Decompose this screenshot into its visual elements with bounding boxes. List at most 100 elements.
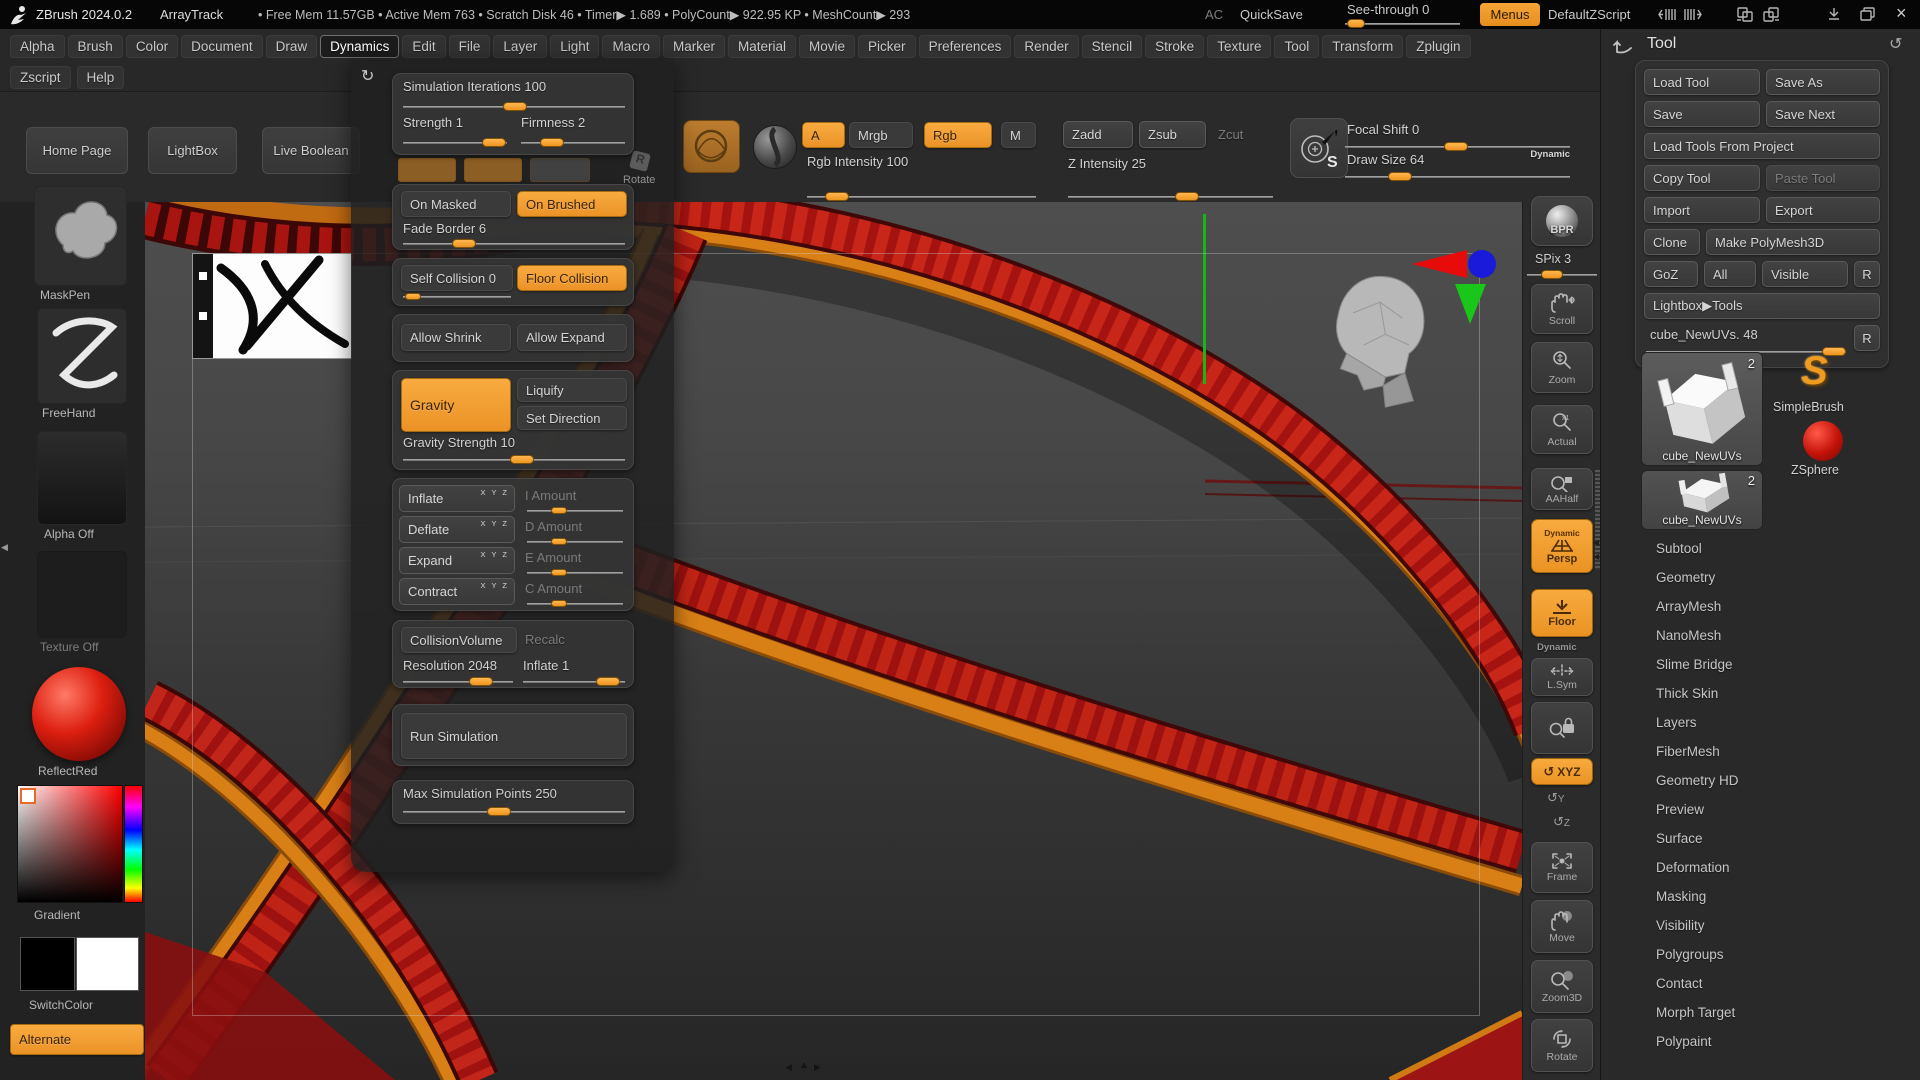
panel-refresh-icon[interactable]: ↻ [361, 66, 374, 86]
menu-item[interactable]: Preferences [919, 35, 1012, 58]
menu-item[interactable]: Stencil [1082, 35, 1143, 58]
tool-section-header[interactable]: Layers [1601, 708, 1920, 737]
gravity-strength-slider[interactable] [403, 459, 625, 461]
current-stroke-button[interactable] [753, 125, 797, 169]
goz-r-button[interactable]: R [1854, 261, 1880, 287]
deform-amount-slider[interactable] [527, 572, 623, 574]
tool-section-header[interactable]: Deformation [1601, 853, 1920, 882]
tool-section-header[interactable]: Preview [1601, 795, 1920, 824]
menu-item[interactable]: Tool [1274, 35, 1319, 58]
color-picker-sv-square[interactable] [17, 785, 123, 903]
rgb-intensity-slider[interactable] [807, 196, 1036, 198]
canvas-scroll-up-icon[interactable]: ▲ [799, 1060, 809, 1071]
move-canvas-button[interactable]: Move [1531, 900, 1593, 953]
rgb-button[interactable]: Rgb [924, 122, 992, 148]
save-next-button[interactable]: Save Next [1766, 101, 1880, 127]
load-tool-button[interactable]: Load Tool [1644, 69, 1760, 95]
menu-item[interactable]: Brush [68, 35, 123, 58]
set-direction-button[interactable]: Set Direction [517, 406, 627, 430]
fade-border-slider-label[interactable]: Fade Border 6 [403, 221, 486, 236]
tool-r-button[interactable]: R [1854, 325, 1880, 351]
simulation-iterations-slider-label[interactable]: Simulation Iterations 100 [403, 79, 546, 94]
deform-amount-slider[interactable] [527, 603, 623, 605]
dynamic-drawsize-label[interactable]: Dynamic [1500, 149, 1570, 160]
tool-section-header[interactable]: Surface [1601, 824, 1920, 853]
alternate-button[interactable]: Alternate [10, 1024, 144, 1055]
deform-amount-slider[interactable] [527, 541, 623, 543]
deform-mode-button[interactable]: Deflate X Y Z [399, 516, 515, 543]
fade-border-slider[interactable] [403, 243, 625, 245]
mrgb-button[interactable]: Mrgb [849, 122, 913, 148]
tool-section-header[interactable]: Visibility [1601, 911, 1920, 940]
tool-section-header[interactable]: Thick Skin [1601, 679, 1920, 708]
rotate-canvas-button[interactable]: Rotate [1531, 1019, 1593, 1072]
resolution-slider-label[interactable]: Resolution 2048 [403, 658, 497, 673]
palette-reset-icon[interactable]: ↺ [1889, 34, 1902, 54]
zoom-canvas-button[interactable]: Zoom [1531, 342, 1593, 393]
m-button[interactable]: M [1001, 122, 1036, 148]
home-page-button[interactable]: Home Page [26, 127, 128, 174]
minimize-icon[interactable] [1826, 7, 1842, 21]
zsphere-icon[interactable] [1803, 421, 1843, 461]
deform-mode-button[interactable]: Expand X Y Z [399, 547, 515, 574]
menu-item[interactable]: Texture [1207, 35, 1271, 58]
goz-all-button[interactable]: All [1704, 261, 1756, 287]
default-zscript-button[interactable]: DefaultZScript [1548, 7, 1630, 22]
tool-section-header[interactable]: Contact [1601, 969, 1920, 998]
lightbox-button[interactable]: LightBox [148, 127, 237, 174]
deform-amount-slider[interactable] [527, 510, 623, 512]
make-polymesh3d-button[interactable]: Make PolyMesh3D [1706, 229, 1880, 255]
deform-mode-button[interactable]: Contract X Y Z [399, 578, 515, 605]
menu-item[interactable]: Movie [799, 35, 855, 58]
tool-section-header[interactable]: Morph Target [1601, 998, 1920, 1027]
tool-section-header[interactable]: Geometry [1601, 563, 1920, 592]
menu-item[interactable]: Document [181, 35, 263, 58]
collapse-right-shelf-icon[interactable] [1684, 7, 1702, 22]
bpr-render-button[interactable]: BPR [1531, 196, 1593, 246]
collapse-shelf-arrow-icon[interactable]: ◀ [1, 542, 8, 553]
allow-shrink-button[interactable]: Allow Shrink [401, 324, 511, 351]
max-simulation-points-slider[interactable] [403, 811, 625, 813]
menu-item[interactable]: Stroke [1145, 35, 1204, 58]
deform-mode-button[interactable]: Inflate X Y Z [399, 485, 515, 512]
menu-item[interactable]: Marker [663, 35, 725, 58]
live-boolean-button[interactable]: Live Boolean [262, 127, 360, 174]
run-simulation-button[interactable]: Run Simulation [401, 713, 627, 759]
rotate-xyz-button[interactable]: ↺ XYZ [1531, 758, 1593, 785]
zcut-button[interactable]: Zcut [1218, 127, 1243, 142]
grip-collapse-icon2[interactable]: ◀ [1593, 552, 1599, 561]
gravity-button[interactable]: Gravity [401, 378, 511, 432]
swap-panels-left-icon[interactable] [1736, 6, 1754, 23]
canvas-scroll-right-icon[interactable]: ▶ [814, 1062, 821, 1073]
close-window-icon[interactable]: × [1896, 3, 1907, 24]
focal-shift-slider[interactable] [1345, 146, 1570, 148]
menu-item[interactable]: Dynamics [320, 35, 399, 58]
floor-toggle-button[interactable]: Floor [1531, 589, 1593, 637]
quicksave-button[interactable]: QuickSave [1240, 7, 1303, 22]
see-through-slider[interactable] [1345, 23, 1460, 25]
goz-button[interactable]: GoZ [1644, 261, 1698, 287]
zoom3d-button[interactable]: Zoom3D [1531, 960, 1593, 1013]
sculptris-pro-button[interactable]: S [1290, 118, 1348, 178]
alpha-a-button[interactable]: A [802, 122, 845, 148]
zsub-button[interactable]: Zsub [1139, 121, 1206, 148]
persp-toggle-button[interactable]: Dynamic Persp [1531, 519, 1593, 573]
tool-section-header[interactable]: Masking [1601, 882, 1920, 911]
menu-item[interactable]: Draw [266, 35, 318, 58]
menu-item[interactable]: Zscript [10, 66, 71, 89]
deform-amount-label[interactable]: D Amount [525, 516, 627, 534]
tool-section-header[interactable]: Subtool [1601, 534, 1920, 563]
cv-inflate-slider-label[interactable]: Inflate 1 [523, 658, 569, 673]
tool-section-header[interactable]: NanoMesh [1601, 621, 1920, 650]
goz-visible-button[interactable]: Visible [1762, 261, 1848, 287]
menu-item[interactable]: Picker [858, 35, 916, 58]
menu-item[interactable]: Material [728, 35, 796, 58]
self-collision-button[interactable]: Self Collision 0 [401, 265, 513, 291]
menu-item[interactable]: Edit [402, 35, 445, 58]
deform-amount-label[interactable]: I Amount [525, 485, 627, 503]
lock-camera-button[interactable] [1531, 702, 1593, 754]
save-button[interactable]: Save [1644, 101, 1760, 127]
aahalf-button[interactable]: AAHalf [1531, 468, 1593, 510]
zadd-button[interactable]: Zadd [1063, 121, 1133, 148]
firmness-slider-label[interactable]: Firmness 2 [521, 115, 585, 130]
